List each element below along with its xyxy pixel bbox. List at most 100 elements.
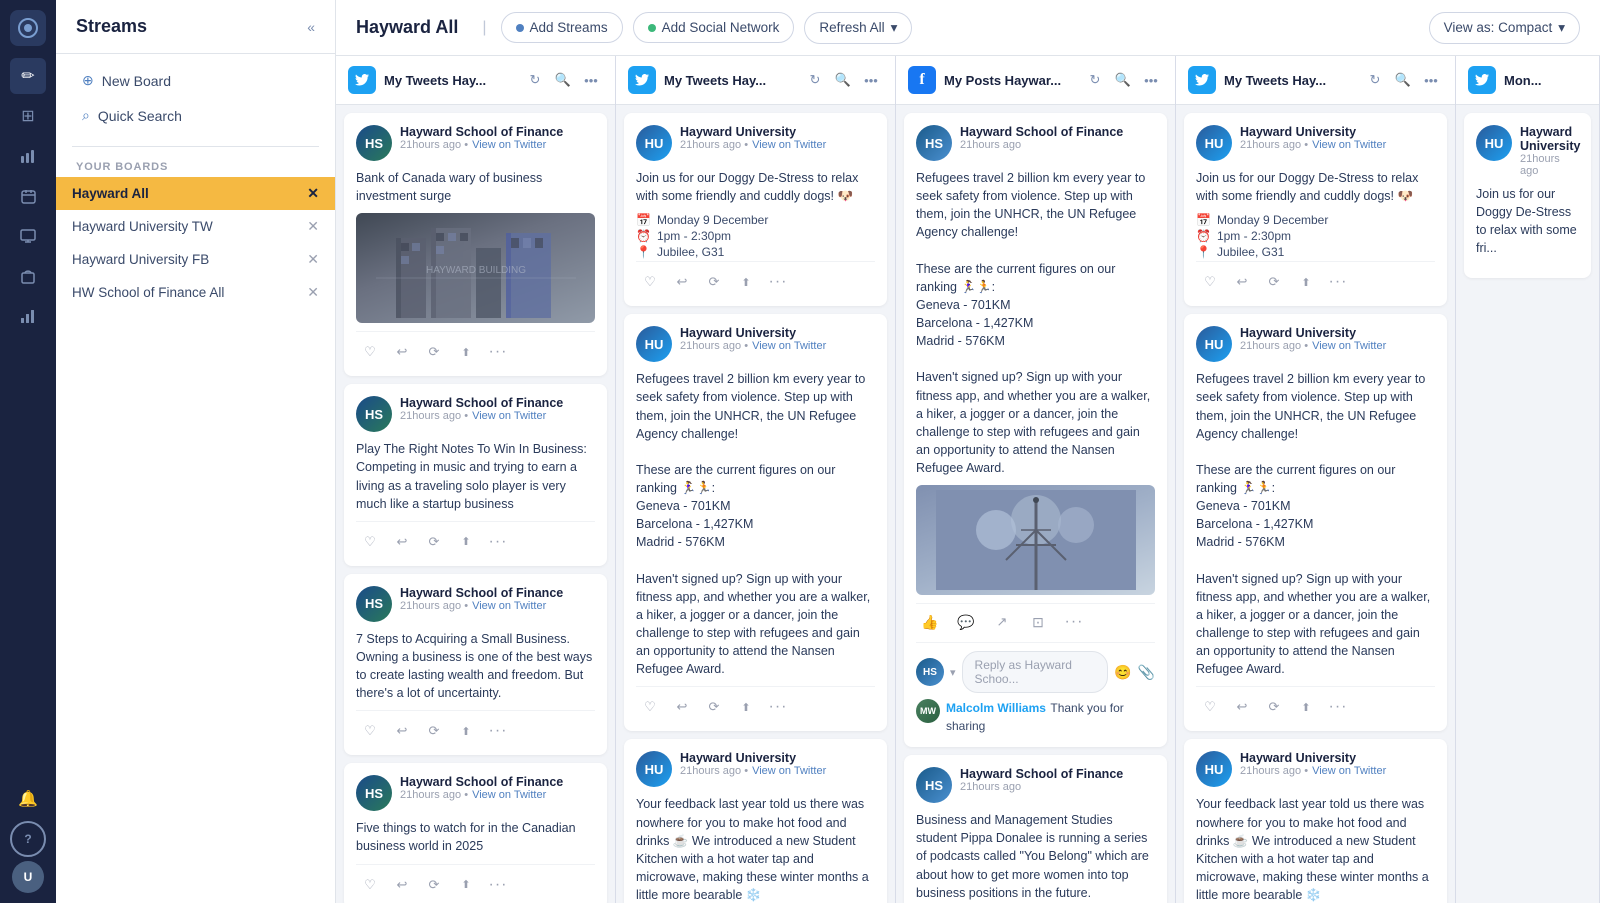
tweet-more-s2p1[interactable]: ··· bbox=[764, 270, 792, 294]
tweet-heart-s1p2[interactable]: ♡ bbox=[356, 530, 384, 554]
tweet-link-s4p1[interactable]: View on Twitter bbox=[1312, 139, 1386, 151]
tweet-more-s1p2[interactable]: ··· bbox=[484, 530, 512, 554]
nav-compose[interactable]: ✏ bbox=[10, 58, 46, 94]
tweet-heart-s4p2[interactable]: ♡ bbox=[1196, 695, 1224, 719]
tweet-more-s4p2[interactable]: ··· bbox=[1324, 695, 1352, 719]
tweet-more-s1p3[interactable]: ··· bbox=[484, 719, 512, 743]
board-item-hayward-all[interactable]: Hayward All ✕ bbox=[56, 177, 335, 210]
tweet-reply-s2p2[interactable]: ↩ bbox=[668, 695, 696, 719]
tweet-reply-s1p4[interactable]: ↩ bbox=[388, 873, 416, 897]
tweet-link-s2p2[interactable]: View on Twitter bbox=[752, 340, 826, 352]
stream-4-search[interactable]: 🔍 bbox=[1391, 68, 1415, 92]
quick-search-button[interactable]: ⌕ Quick Search bbox=[72, 101, 319, 130]
new-board-button[interactable]: ⊕ New Board bbox=[72, 66, 319, 95]
nav-calendar[interactable] bbox=[10, 178, 46, 214]
fb-comment-s3p1[interactable]: 💬 bbox=[952, 610, 980, 634]
tweet-heart-s1p4[interactable]: ♡ bbox=[356, 873, 384, 897]
tweet-reply-s4p2[interactable]: ↩ bbox=[1228, 695, 1256, 719]
tweet-more-s2p2[interactable]: ··· bbox=[764, 695, 792, 719]
tweet-retweet-s4p1[interactable]: ⟳ bbox=[1260, 270, 1288, 294]
tweet-heart-s1p3[interactable]: ♡ bbox=[356, 719, 384, 743]
collapse-button[interactable]: « bbox=[307, 19, 315, 35]
add-social-network-button[interactable]: Add Social Network bbox=[633, 12, 795, 43]
fb-reply-input[interactable]: Reply as Hayward Schoo... bbox=[962, 651, 1109, 693]
stream-2-more[interactable]: ••• bbox=[859, 68, 883, 92]
tweet-reply-s2p1[interactable]: ↩ bbox=[668, 270, 696, 294]
stream-1-refresh[interactable]: ↻ bbox=[523, 68, 547, 92]
fb-share-s3p1[interactable]: ↗ bbox=[988, 610, 1016, 634]
tweet-retweet-s2p2[interactable]: ⟳ bbox=[700, 695, 728, 719]
tweet-share-s1p2[interactable]: ⬆ bbox=[452, 530, 480, 554]
board-close-hayward-university-tw[interactable]: ✕ bbox=[307, 218, 319, 235]
nav-monitor[interactable] bbox=[10, 218, 46, 254]
user-avatar[interactable]: U bbox=[12, 861, 44, 893]
board-close-hayward-all[interactable]: ✕ bbox=[307, 185, 319, 202]
stream-2-refresh[interactable]: ↻ bbox=[803, 68, 827, 92]
tweet-heart-s2p2[interactable]: ♡ bbox=[636, 695, 664, 719]
tweet-link-s1p1[interactable]: View on Twitter bbox=[472, 139, 546, 151]
board-item-hw-school-finance[interactable]: HW School of Finance All ✕ bbox=[56, 276, 335, 309]
tweet-link-s4p2[interactable]: View on Twitter bbox=[1312, 340, 1386, 352]
refresh-all-button[interactable]: Refresh All ▾ bbox=[804, 12, 912, 44]
tweet-retweet-s1p4[interactable]: ⟳ bbox=[420, 873, 448, 897]
nav-bag[interactable] bbox=[10, 258, 46, 294]
tweet-retweet-s1p1[interactable]: ⟳ bbox=[420, 340, 448, 364]
tweet-retweet-s1p3[interactable]: ⟳ bbox=[420, 719, 448, 743]
tweet-share-s4p1[interactable]: ⬆ bbox=[1292, 270, 1320, 294]
stream-3-search[interactable]: 🔍 bbox=[1111, 68, 1135, 92]
tweet-heart-s1p1[interactable]: ♡ bbox=[356, 340, 384, 364]
nav-analytics[interactable] bbox=[10, 138, 46, 174]
tweet-more-s1p4[interactable]: ··· bbox=[484, 873, 512, 897]
board-item-hayward-university-fb[interactable]: Hayward University FB ✕ bbox=[56, 243, 335, 276]
fb-commenter-name[interactable]: Malcolm Williams bbox=[946, 701, 1046, 715]
tweet-reply-s1p3[interactable]: ↩ bbox=[388, 719, 416, 743]
tweet-link-s1p3[interactable]: View on Twitter bbox=[472, 600, 546, 612]
tweet-heart-s2p1[interactable]: ♡ bbox=[636, 270, 664, 294]
stream-2-search[interactable]: 🔍 bbox=[831, 68, 855, 92]
tweet-link-s4p3[interactable]: View on Twitter bbox=[1312, 765, 1386, 777]
board-close-hayward-university-fb[interactable]: ✕ bbox=[307, 251, 319, 268]
tweet-actions-s2p2: ♡ ↩ ⟳ ⬆ ··· bbox=[636, 686, 875, 719]
nav-grid[interactable]: ⊞ bbox=[10, 98, 46, 134]
tweet-share-s1p4[interactable]: ⬆ bbox=[452, 873, 480, 897]
tweet-reply-s1p1[interactable]: ↩ bbox=[388, 340, 416, 364]
tweet-share-s1p3[interactable]: ⬆ bbox=[452, 719, 480, 743]
stream-4-more[interactable]: ••• bbox=[1419, 68, 1443, 92]
tweet-reply-s1p2[interactable]: ↩ bbox=[388, 530, 416, 554]
tweet-retweet-s1p2[interactable]: ⟳ bbox=[420, 530, 448, 554]
tweet-heart-s4p1[interactable]: ♡ bbox=[1196, 270, 1224, 294]
tweet-share-s2p1[interactable]: ⬆ bbox=[732, 270, 760, 294]
tweet-link-s1p4[interactable]: View on Twitter bbox=[472, 789, 546, 801]
tweet-reply-s4p1[interactable]: ↩ bbox=[1228, 270, 1256, 294]
tweet-share-s2p2[interactable]: ⬆ bbox=[732, 695, 760, 719]
tweet-retweet-s4p2[interactable]: ⟳ bbox=[1260, 695, 1288, 719]
tweet-share-s4p2[interactable]: ⬆ bbox=[1292, 695, 1320, 719]
fb-attach-icon[interactable]: 📎 bbox=[1138, 664, 1155, 681]
board-close-hw-school-finance[interactable]: ✕ bbox=[307, 284, 319, 301]
fb-like-s3p1[interactable]: 👍 bbox=[916, 610, 944, 634]
stream-1-more[interactable]: ••• bbox=[579, 68, 603, 92]
tweet-more-s4p1[interactable]: ··· bbox=[1324, 270, 1352, 294]
fb-emoji-icon[interactable]: 😊 bbox=[1114, 664, 1131, 681]
nav-bell[interactable]: 🔔 bbox=[10, 781, 46, 817]
stream-1-search[interactable]: 🔍 bbox=[551, 68, 575, 92]
add-streams-button[interactable]: Add Streams bbox=[501, 12, 623, 43]
tweet-more-s1p1[interactable]: ··· bbox=[484, 340, 512, 364]
board-item-hayward-university-tw[interactable]: Hayward University TW ✕ bbox=[56, 210, 335, 243]
tweet-link-s2p1[interactable]: View on Twitter bbox=[752, 139, 826, 151]
stream-3-refresh[interactable]: ↻ bbox=[1083, 68, 1107, 92]
stream-3-more[interactable]: ••• bbox=[1139, 68, 1163, 92]
fb-meta-s3p2: Hayward School of Finance 21hours ago bbox=[960, 767, 1155, 793]
tweet-link-s2p3[interactable]: View on Twitter bbox=[752, 765, 826, 777]
tweet-link-s1p2[interactable]: View on Twitter bbox=[472, 410, 546, 422]
fb-bookmark-s3p1[interactable]: ⊡ bbox=[1024, 610, 1052, 634]
nav-help[interactable]: ? bbox=[10, 821, 46, 857]
fb-text-s3p2: Business and Management Studies student … bbox=[916, 811, 1155, 902]
tweet-retweet-s2p1[interactable]: ⟳ bbox=[700, 270, 728, 294]
view-as-button[interactable]: View as: Compact ▾ bbox=[1429, 12, 1580, 44]
nav-bar-chart[interactable] bbox=[10, 298, 46, 334]
stream-4-refresh[interactable]: ↻ bbox=[1363, 68, 1387, 92]
tweet-share-s1p1[interactable]: ⬆ bbox=[452, 340, 480, 364]
tweet-author-s1p4: Hayward School of Finance bbox=[400, 775, 595, 789]
fb-more-s3p1[interactable]: ··· bbox=[1060, 610, 1088, 634]
